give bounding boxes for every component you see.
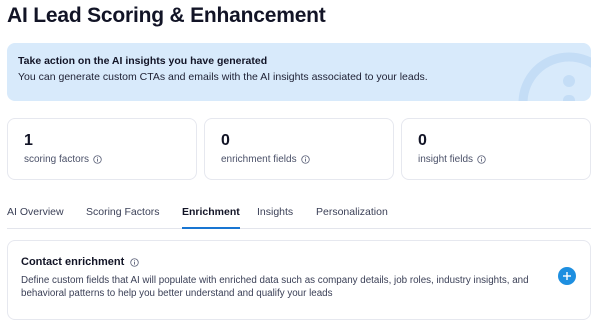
enrichment-title-text: Contact enrichment <box>21 256 125 268</box>
info-icon[interactable] <box>477 155 486 164</box>
stat-card-scoring-factors: 1 scoring factors <box>7 118 197 180</box>
stat-value: 1 <box>24 132 33 149</box>
banner-text: You can generate custom CTAs and emails … <box>18 71 428 83</box>
tab-enrichment[interactable]: Enrichment <box>182 206 240 229</box>
tab-insights[interactable]: Insights <box>257 206 293 229</box>
page-title: AI Lead Scoring & Enhancement <box>7 4 326 27</box>
info-banner: Take action on the AI insights you have … <box>7 43 591 101</box>
tab-scoring-factors[interactable]: Scoring Factors <box>86 206 160 229</box>
stat-label-text: scoring factors <box>24 154 90 165</box>
tab-personalization[interactable]: Personalization <box>316 206 388 229</box>
info-icon[interactable] <box>130 257 139 267</box>
info-icon <box>518 52 591 101</box>
enrichment-description: Define custom fields that AI will popula… <box>21 275 529 299</box>
stat-card-insight-fields: 0 insight fields <box>401 118 591 180</box>
stat-card-enrichment-fields: 0 enrichment fields <box>204 118 394 180</box>
stat-label: scoring factors <box>24 154 102 165</box>
tab-ai-overview[interactable]: AI Overview <box>7 206 64 229</box>
info-icon[interactable] <box>300 155 310 164</box>
tab-bar: AI Overview Scoring Factors Enrichment I… <box>7 200 591 229</box>
stat-value: 0 <box>221 132 230 149</box>
add-enrichment-button[interactable] <box>558 267 576 285</box>
info-icon[interactable] <box>93 155 102 164</box>
banner-title: Take action on the AI insights you have … <box>18 55 268 67</box>
stat-label: insight fields <box>418 154 486 165</box>
stat-label-text: insight fields <box>418 154 474 165</box>
plus-icon <box>563 272 571 280</box>
stat-label: enrichment fields <box>221 154 310 165</box>
stat-label-text: enrichment fields <box>221 154 297 165</box>
contact-enrichment-card: Contact enrichment Define custom fields … <box>7 240 591 320</box>
enrichment-title: Contact enrichment <box>21 256 139 268</box>
stat-value: 0 <box>418 132 427 149</box>
